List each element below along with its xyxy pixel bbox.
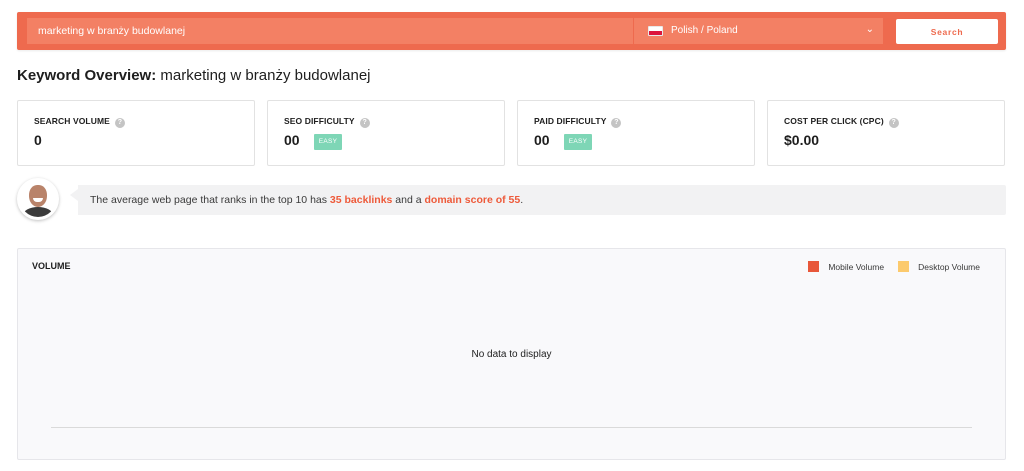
legend-swatch-desktop: [898, 261, 910, 272]
metric-label: SEO DIFFICULTY?: [284, 116, 370, 128]
search-button[interactable]: Search: [896, 19, 998, 44]
metric-label: PAID DIFFICULTY?: [534, 116, 622, 128]
legend-item-desktop[interactable]: Desktop Volume: [898, 261, 980, 272]
metric-value: 00: [284, 132, 300, 148]
keyword-search-input[interactable]: [27, 18, 642, 44]
chart-legend: Mobile Volume Desktop Volume: [794, 261, 980, 272]
seo-difficulty-card: SEO DIFFICULTY? 00 EASY: [267, 100, 505, 166]
help-icon[interactable]: ?: [611, 118, 622, 128]
volume-chart-card: VOLUME Mobile Volume Desktop Volume No d…: [17, 248, 1006, 460]
metric-label: SEARCH VOLUME?: [34, 116, 125, 128]
domain-score-highlight: domain score of 55: [424, 194, 521, 206]
legend-label: Mobile Volume: [828, 261, 885, 272]
metric-value: 0: [34, 132, 42, 148]
help-icon[interactable]: ?: [114, 118, 125, 128]
help-icon[interactable]: ?: [888, 118, 899, 128]
poland-flag-icon: [648, 26, 663, 36]
search-bar: Polish / Poland ⌄ Search: [17, 12, 1006, 50]
language-select[interactable]: Polish / Poland ⌄: [633, 18, 883, 44]
search-volume-card: SEARCH VOLUME? 0: [17, 100, 255, 166]
legend-swatch-mobile: [808, 261, 820, 272]
chevron-down-icon: ⌄: [865, 24, 874, 35]
legend-label: Desktop Volume: [918, 261, 980, 272]
metric-label: COST PER CLICK (CPC)?: [784, 116, 899, 128]
help-icon[interactable]: ?: [359, 118, 370, 128]
no-data-message: No data to display: [471, 349, 552, 360]
metric-value: $0.00: [784, 132, 820, 148]
avatar: [17, 178, 59, 220]
difficulty-badge: EASY: [314, 134, 342, 150]
page-title-keyword: marketing w branży budowlanej: [160, 67, 371, 84]
tip-text: The average web page that ranks in the t…: [90, 194, 524, 206]
volume-title: VOLUME: [32, 261, 71, 271]
backlinks-highlight: 35 backlinks: [329, 194, 393, 206]
cost-per-click-card: COST PER CLICK (CPC)? $0.00: [767, 100, 1005, 166]
language-select-value: Polish / Poland: [671, 25, 738, 36]
paid-difficulty-card: PAID DIFFICULTY? 00 EASY: [517, 100, 755, 166]
chart-baseline: [51, 427, 972, 428]
metric-value: 00: [534, 132, 550, 148]
difficulty-badge: EASY: [564, 134, 592, 150]
legend-item-mobile[interactable]: Mobile Volume: [808, 261, 884, 272]
tip-message: The average web page that ranks in the t…: [70, 185, 1006, 215]
page-title-prefix: Keyword Overview:: [17, 67, 157, 84]
page-title: Keyword Overview: marketing w branży bud…: [17, 67, 371, 84]
